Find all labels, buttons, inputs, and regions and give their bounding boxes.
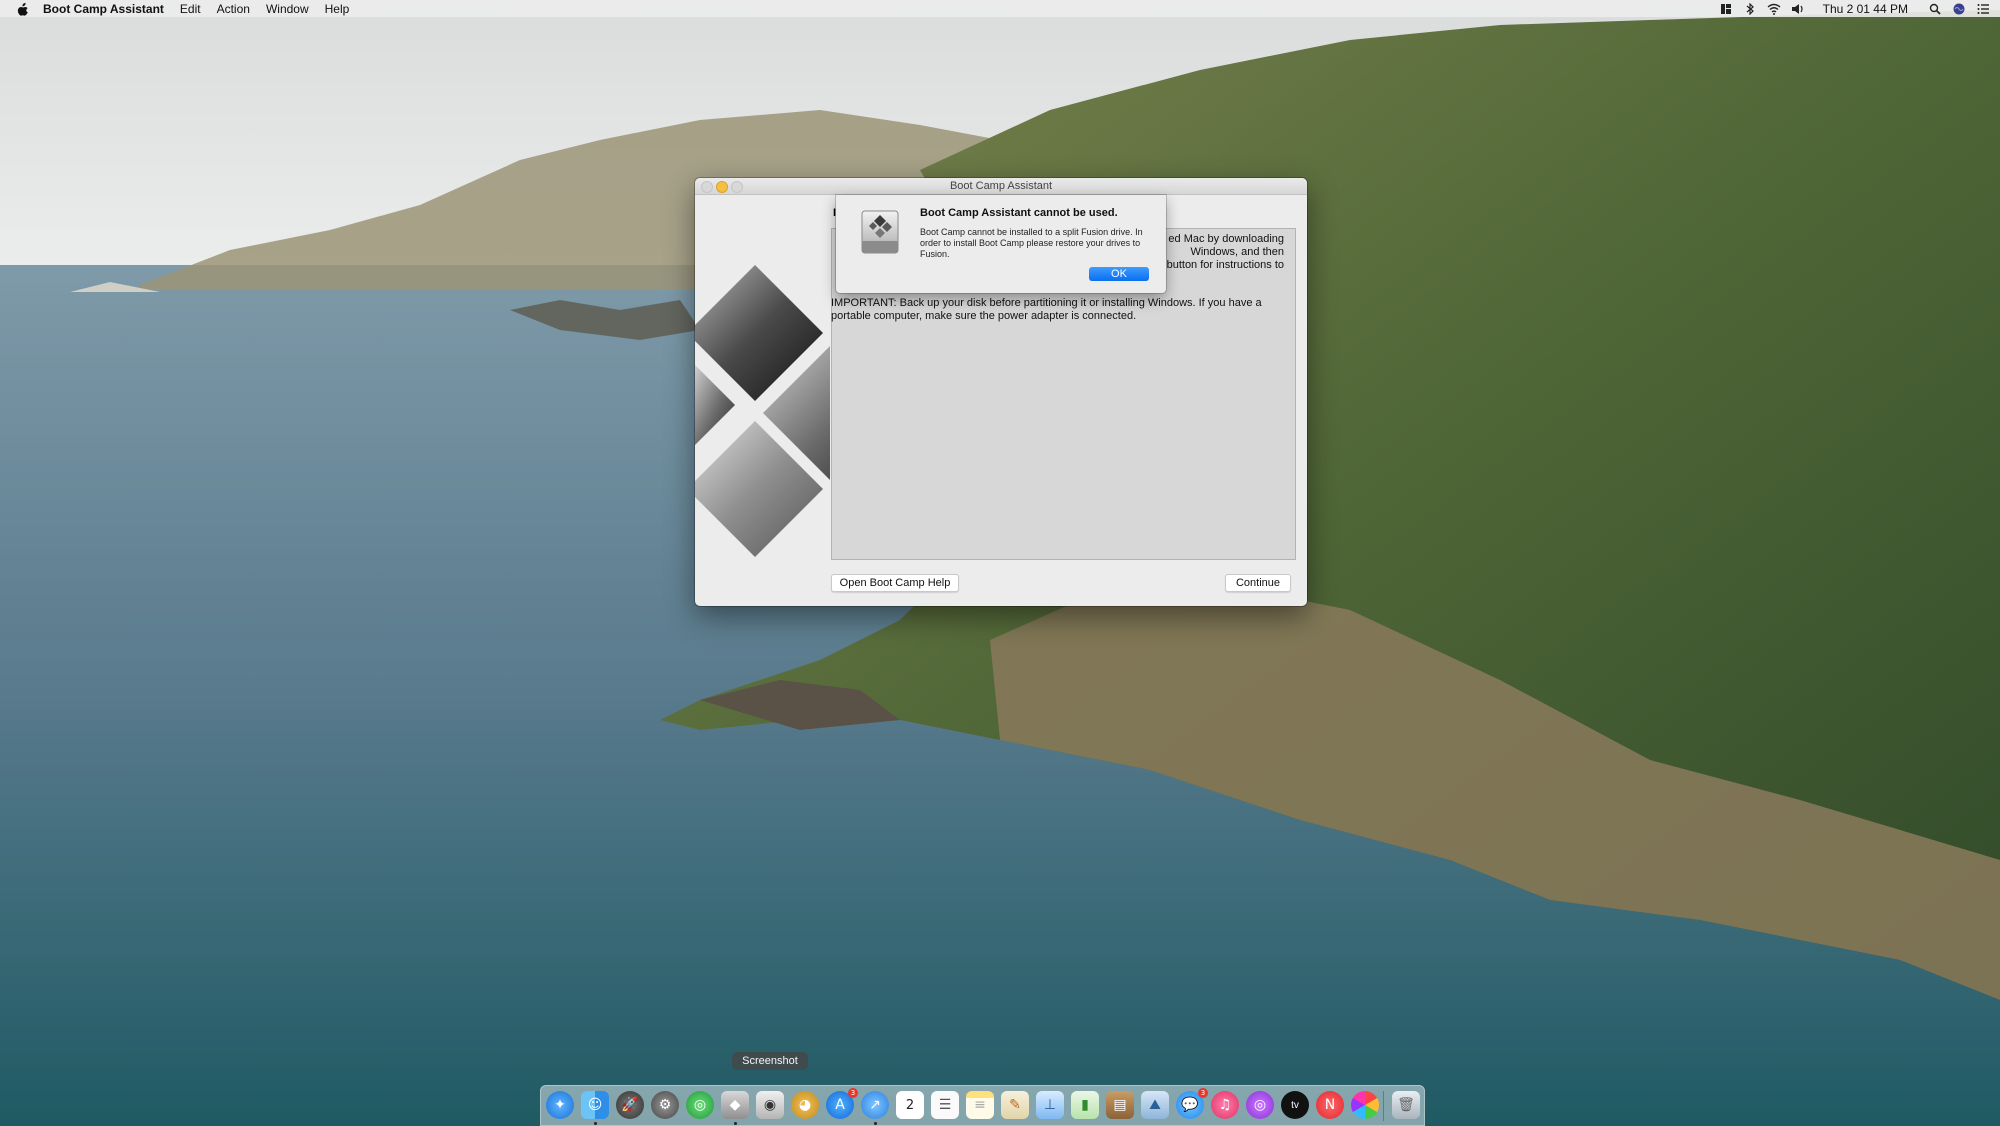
- textedit-icon[interactable]: ✎: [1001, 1091, 1029, 1119]
- keynote-icon[interactable]: ⊥: [1036, 1091, 1064, 1119]
- photos-icon[interactable]: [1351, 1091, 1379, 1119]
- minimize-button[interactable]: [716, 181, 728, 193]
- menu-action[interactable]: Action: [217, 2, 250, 16]
- control-strip-icon[interactable]: [1719, 3, 1733, 15]
- open-boot-camp-help-button[interactable]: Open Boot Camp Help: [831, 574, 959, 592]
- system-preferences-icon[interactable]: ⚙: [651, 1091, 679, 1119]
- launchpad-icon[interactable]: 🚀: [616, 1091, 644, 1119]
- volume-icon[interactable]: [1791, 3, 1805, 15]
- finder-icon[interactable]: ☺: [581, 1091, 609, 1119]
- menu-edit[interactable]: Edit: [180, 2, 201, 16]
- music-icon[interactable]: ♫: [1211, 1091, 1239, 1119]
- running-indicator: [734, 1122, 737, 1125]
- podcasts-icon[interactable]: ◎: [1246, 1091, 1274, 1119]
- preview-icon[interactable]: ⛰: [1141, 1091, 1169, 1119]
- find-my-icon[interactable]: ◎: [686, 1091, 714, 1119]
- apple-menu-icon[interactable]: [16, 2, 30, 16]
- boot-camp-disk-icon: [861, 210, 899, 254]
- apple-tv-icon[interactable]: tv: [1281, 1091, 1309, 1119]
- dock-divider: [1383, 1091, 1384, 1121]
- running-indicator: [874, 1122, 877, 1125]
- wifi-icon[interactable]: [1767, 3, 1781, 15]
- ok-button[interactable]: OK: [1089, 267, 1149, 281]
- bluetooth-icon[interactable]: [1743, 2, 1757, 15]
- messages-icon[interactable]: 💬 3: [1176, 1088, 1208, 1119]
- app-name-menu[interactable]: Boot Camp Assistant: [43, 2, 164, 16]
- news-icon[interactable]: N: [1316, 1091, 1344, 1119]
- app-store-icon[interactable]: A3: [826, 1088, 858, 1119]
- menu-bar: Boot Camp Assistant Edit Action Window H…: [0, 0, 2000, 17]
- menubar-clock[interactable]: Thu 2 01 44 PM: [1823, 2, 1908, 16]
- close-button[interactable]: [701, 181, 713, 193]
- continue-button[interactable]: Continue: [1225, 574, 1291, 592]
- messages-badge: 3: [1198, 1088, 1208, 1098]
- menu-help[interactable]: Help: [325, 2, 350, 16]
- cyberduck-icon[interactable]: ◕: [791, 1091, 819, 1119]
- reminders-icon[interactable]: ☰: [931, 1091, 959, 1119]
- menu-window[interactable]: Window: [266, 2, 309, 16]
- notes-icon[interactable]: ≡: [966, 1091, 994, 1119]
- boot-camp-logo-icon: [695, 265, 830, 557]
- alert-message: Boot Camp cannot be installed to a split…: [920, 227, 1143, 259]
- calendar-icon[interactable]: 2: [896, 1091, 924, 1119]
- apple-tv-label: tv: [1291, 1099, 1299, 1111]
- running-indicator: [594, 1122, 597, 1125]
- calendar-day: 2: [905, 1097, 915, 1113]
- zoom-button[interactable]: [731, 181, 743, 193]
- archive-utility-icon[interactable]: ▤: [1106, 1091, 1134, 1119]
- notification-center-icon[interactable]: [1976, 3, 1990, 15]
- window-titlebar[interactable]: Boot Camp Assistant: [695, 178, 1307, 195]
- alert-title: Boot Camp Assistant cannot be used.: [920, 207, 1118, 219]
- app-store-badge: 3: [848, 1088, 858, 1098]
- safari-technology-preview-icon[interactable]: ↗: [861, 1091, 889, 1119]
- siri-icon[interactable]: [1952, 3, 1966, 15]
- trash-icon[interactable]: 🗑: [1392, 1091, 1420, 1119]
- screenshot-icon[interactable]: ◉: [756, 1091, 784, 1119]
- dock-tooltip: Screenshot: [732, 1052, 808, 1070]
- dock: ✦ ☺ 🚀 ⚙ ◎ ◆ ◉ ◕ A3 ↗ 2 ☰ ≡ ✎ ⊥ ▮ ▤ ⛰ 💬 3 …: [540, 1085, 1425, 1126]
- boot-camp-assistant-icon[interactable]: ◆: [721, 1091, 749, 1119]
- numbers-icon[interactable]: ▮: [1071, 1091, 1099, 1119]
- spotlight-icon[interactable]: [1928, 3, 1942, 15]
- window-title: Boot Camp Assistant: [949, 180, 1053, 192]
- important-notice: IMPORTANT: Back up your disk before part…: [831, 297, 1262, 322]
- error-alert-sheet: Boot Camp Assistant cannot be used. Boot…: [836, 195, 1166, 293]
- safari-icon[interactable]: ✦: [546, 1091, 574, 1119]
